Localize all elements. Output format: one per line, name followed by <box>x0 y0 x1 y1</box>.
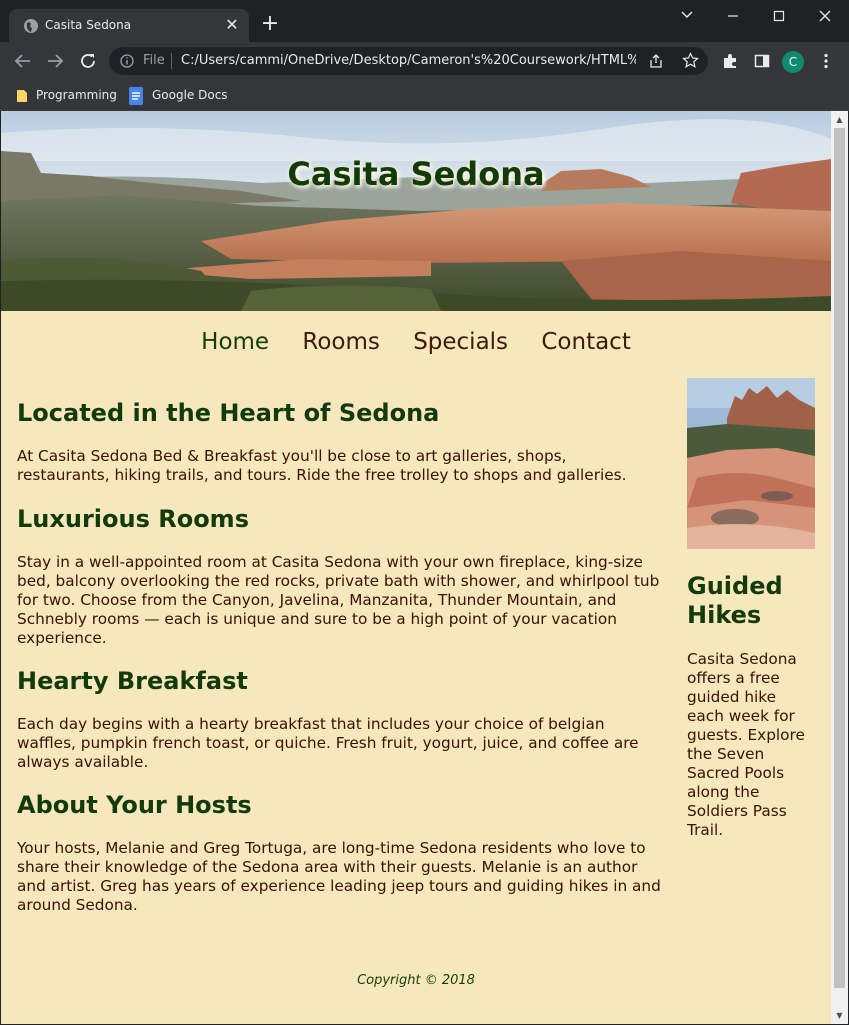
close-window-icon[interactable] <box>810 6 840 26</box>
profile-avatar[interactable]: C <box>782 51 804 73</box>
back-icon[interactable] <box>12 50 34 72</box>
sidebar: Guided Hikes Casita Sedona offers a free… <box>687 378 817 840</box>
bookmark-label: Programming <box>36 88 117 102</box>
folder-icon <box>17 89 27 102</box>
vertical-scrollbar[interactable]: ▲ ▼ <box>831 111 848 1024</box>
section-text: Your hosts, Melanie and Greg Tortuga, ar… <box>17 839 661 914</box>
sacred-pools-image <box>687 378 815 549</box>
new-tab-button[interactable]: + <box>260 13 280 35</box>
nav-link-rooms[interactable]: Rooms <box>302 329 379 355</box>
browser-tab[interactable]: Casita Sedona ✕ <box>9 9 249 42</box>
url-scheme: File <box>143 53 165 68</box>
nav-link-contact[interactable]: Contact <box>541 329 630 355</box>
scrollbar-thumb[interactable] <box>834 128 845 988</box>
bookmarks-bar: Programming Google Docs <box>0 80 849 111</box>
tab-title: Casita Sedona <box>45 18 132 32</box>
sidebar-text: Casita Sedona offers a free guided hike … <box>687 650 805 839</box>
nav-link-home[interactable]: Home <box>201 329 269 355</box>
more-menu-icon[interactable] <box>817 52 835 70</box>
section-heading: Luxurious Rooms <box>17 505 249 533</box>
nav-link-specials[interactable]: Specials <box>413 329 508 355</box>
google-docs-icon <box>129 86 143 105</box>
site-navigation: Home Rooms Specials Contact <box>1 329 831 355</box>
maximize-icon[interactable] <box>764 6 794 26</box>
bookmark-google-docs[interactable]: Google Docs <box>128 86 228 105</box>
section-heading: Hearty Breakfast <box>17 667 248 695</box>
extensions-icon[interactable] <box>721 52 739 70</box>
section-text: Stay in a well-appointed room at Casita … <box>17 553 660 647</box>
globe-icon <box>24 19 38 33</box>
bookmark-programming[interactable]: Programming <box>16 86 117 104</box>
main-content: Located in the Heart of Sedona At Casita… <box>17 381 661 915</box>
url-separator <box>171 53 172 69</box>
chevron-down-icon[interactable] <box>672 6 702 26</box>
hero-banner: Casita Sedona <box>1 111 831 311</box>
bookmark-label: Google Docs <box>152 88 228 102</box>
sidebar-heading: Guided Hikes <box>687 572 783 629</box>
site-title: Casita Sedona <box>287 155 545 193</box>
share-icon[interactable] <box>648 53 664 69</box>
forward-icon[interactable] <box>44 50 66 72</box>
section-heading: About Your Hosts <box>17 791 252 819</box>
side-panel-icon[interactable] <box>753 52 771 70</box>
page-footer: Copyright © 2018 <box>357 973 475 988</box>
section-text: Each day begins with a hearty breakfast … <box>17 715 639 771</box>
browser-toolbar: File C:/Users/cammi/OneDrive/Desktop/Cam… <box>0 42 849 80</box>
reload-icon[interactable] <box>77 50 99 72</box>
browser-titlebar: Casita Sedona ✕ + <box>0 0 849 42</box>
minimize-icon[interactable] <box>718 6 748 26</box>
page-viewport: Casita Sedona Home Rooms Specials Contac… <box>1 111 831 1024</box>
section-heading: Located in the Heart of Sedona <box>17 399 440 427</box>
url-text[interactable]: C:/Users/cammi/OneDrive/Desktop/Cameron'… <box>181 53 636 68</box>
sedona-landscape-image <box>1 111 831 311</box>
section-text: At Casita Sedona Bed & Breakfast you'll … <box>17 447 627 484</box>
bookmark-star-icon[interactable] <box>682 52 699 69</box>
scroll-down-arrow-icon[interactable]: ▼ <box>831 1007 848 1024</box>
address-bar[interactable]: File C:/Users/cammi/OneDrive/Desktop/Cam… <box>109 47 708 75</box>
info-icon[interactable] <box>120 54 134 68</box>
close-tab-icon[interactable]: ✕ <box>223 16 241 34</box>
scroll-up-arrow-icon[interactable]: ▲ <box>831 111 848 128</box>
